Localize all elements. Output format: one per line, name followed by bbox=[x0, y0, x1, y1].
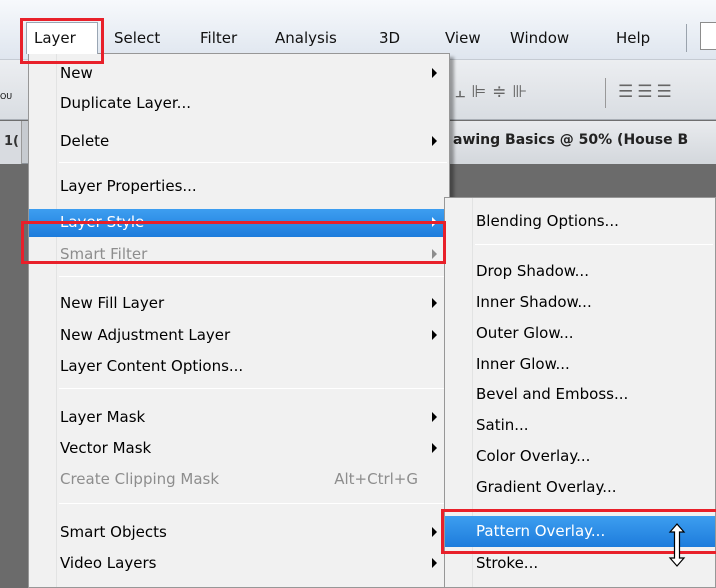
menu-item-layer-properties[interactable]: Layer Properties... bbox=[29, 173, 449, 201]
menu-item-label: Drop Shadow... bbox=[476, 262, 589, 280]
menu-item-label: Gradient Overlay... bbox=[476, 478, 617, 496]
align-buttons[interactable]: ⫠⊫≑⊪ bbox=[455, 82, 533, 106]
menu-item-label: Vector Mask bbox=[60, 439, 152, 457]
menu-item-label: Bevel and Emboss... bbox=[476, 385, 629, 403]
workspace-button[interactable] bbox=[700, 22, 716, 50]
menu-item-bevel-and-emboss[interactable]: Bevel and Emboss... bbox=[445, 381, 715, 409]
submenu-arrow-icon bbox=[432, 412, 437, 422]
menu-item-label: Satin... bbox=[476, 416, 529, 434]
align-left-icon[interactable]: ⫠ bbox=[455, 82, 471, 102]
submenu-arrow-icon bbox=[432, 443, 437, 453]
menu-item-label: Inner Shadow... bbox=[476, 293, 592, 311]
menu-item-layer-style[interactable]: Layer Style bbox=[29, 209, 449, 237]
vertical-resize-cursor-icon bbox=[668, 523, 686, 567]
menu-item-label: Blending Options... bbox=[476, 212, 619, 230]
menu-item-label: Smart Objects bbox=[60, 523, 167, 541]
distribute-buttons[interactable]: ☰☰☰ bbox=[618, 82, 676, 106]
layer-menu: New Duplicate Layer... Delete Layer Prop… bbox=[28, 53, 450, 588]
distribute-bottom-icon[interactable]: ☰ bbox=[657, 82, 676, 102]
menu-item-inner-shadow[interactable]: Inner Shadow... bbox=[445, 289, 715, 317]
menu-help[interactable]: Help bbox=[616, 27, 650, 51]
menu-item-delete[interactable]: Delete bbox=[29, 128, 449, 156]
submenu-arrow-icon bbox=[432, 330, 437, 340]
distribute-center-icon[interactable]: ☰ bbox=[637, 82, 656, 102]
menu-layer[interactable]: Layer bbox=[34, 27, 76, 51]
menu-item-label: Video Layers bbox=[60, 554, 157, 572]
submenu-arrow-icon bbox=[432, 68, 437, 78]
menu-separator bbox=[59, 388, 447, 389]
submenu-arrow-icon bbox=[432, 527, 437, 537]
menu-item-inner-glow[interactable]: Inner Glow... bbox=[445, 351, 715, 379]
options-left-text: OU bbox=[0, 92, 13, 101]
document-tab-title: awing Basics @ 50% (House B bbox=[453, 132, 689, 148]
menu-item-new-adjustment-layer[interactable]: New Adjustment Layer bbox=[29, 322, 449, 350]
menu-separator bbox=[59, 503, 447, 504]
submenu-arrow-icon bbox=[432, 298, 437, 308]
menu-item-label: Smart Filter bbox=[60, 245, 148, 263]
align-right-icon[interactable]: ⊪ bbox=[512, 82, 533, 102]
document-tab-left-label: 1( bbox=[4, 134, 19, 149]
menu-item-label: Duplicate Layer... bbox=[60, 94, 191, 112]
submenu-arrow-icon bbox=[432, 558, 437, 568]
menu-item-duplicate-layer[interactable]: Duplicate Layer... bbox=[29, 90, 449, 118]
menu-item-label: New bbox=[60, 64, 93, 82]
menu-item-label: Layer Content Options... bbox=[60, 357, 244, 375]
menu-item-label: Inner Glow... bbox=[476, 355, 570, 373]
menu-window[interactable]: Window bbox=[510, 27, 569, 51]
menu-analysis[interactable]: Analysis bbox=[275, 27, 337, 51]
menu-item-label: Color Overlay... bbox=[476, 447, 591, 465]
menu-item-label: Layer Style bbox=[60, 213, 145, 231]
menu-item-create-clipping-mask[interactable]: Create Clipping Mask Alt+Ctrl+G bbox=[29, 466, 449, 494]
menu-bar bbox=[0, 0, 716, 60]
menu-item-layer-content-options[interactable]: Layer Content Options... bbox=[29, 353, 449, 381]
menu-filter[interactable]: Filter bbox=[200, 27, 237, 51]
menu-3d[interactable]: 3D bbox=[379, 27, 400, 51]
menubar-separator bbox=[686, 24, 687, 52]
menu-item-label: Create Clipping Mask bbox=[60, 470, 220, 488]
menu-separator bbox=[59, 276, 447, 277]
menu-item-label: Delete bbox=[60, 132, 110, 150]
menu-item-color-overlay[interactable]: Color Overlay... bbox=[445, 443, 715, 471]
options-separator bbox=[605, 78, 606, 108]
menu-item-blending-options[interactable]: Blending Options... bbox=[445, 208, 715, 236]
menu-item-label: Pattern Overlay... bbox=[476, 522, 606, 540]
menu-item-vector-mask[interactable]: Vector Mask bbox=[29, 435, 449, 463]
menu-item-gradient-overlay[interactable]: Gradient Overlay... bbox=[445, 474, 715, 502]
menu-item-video-layers[interactable]: Video Layers bbox=[29, 550, 449, 578]
submenu-arrow-icon bbox=[432, 217, 437, 227]
menu-item-label: Layer Mask bbox=[60, 408, 146, 426]
submenu-arrow-icon bbox=[432, 136, 437, 146]
menu-item-drop-shadow[interactable]: Drop Shadow... bbox=[445, 258, 715, 286]
menu-item-outer-glow[interactable]: Outer Glow... bbox=[445, 320, 715, 348]
menu-item-smart-filter[interactable]: Smart Filter bbox=[29, 241, 449, 269]
menu-item-label: Layer Properties... bbox=[60, 177, 197, 195]
align-vcenter-icon[interactable]: ≑ bbox=[492, 82, 512, 102]
distribute-top-icon[interactable]: ☰ bbox=[618, 82, 637, 102]
align-center-icon[interactable]: ⊫ bbox=[471, 82, 492, 102]
menu-view[interactable]: View bbox=[445, 27, 481, 51]
menu-item-label: Outer Glow... bbox=[476, 324, 574, 342]
menu-item-layer-mask[interactable]: Layer Mask bbox=[29, 404, 449, 432]
menu-item-label: New Adjustment Layer bbox=[60, 326, 231, 344]
menu-item-new[interactable]: New bbox=[29, 60, 449, 88]
menu-item-shortcut: Alt+Ctrl+G bbox=[334, 470, 418, 488]
menu-item-satin[interactable]: Satin... bbox=[445, 412, 715, 440]
menu-separator bbox=[59, 162, 447, 163]
menu-item-new-fill-layer[interactable]: New Fill Layer bbox=[29, 290, 449, 318]
menu-item-label: New Fill Layer bbox=[60, 294, 165, 312]
submenu-arrow-icon bbox=[432, 249, 437, 259]
menu-item-smart-objects[interactable]: Smart Objects bbox=[29, 519, 449, 547]
menu-select[interactable]: Select bbox=[114, 27, 160, 51]
menu-item-label: Stroke... bbox=[476, 554, 539, 572]
menu-separator bbox=[475, 244, 713, 245]
